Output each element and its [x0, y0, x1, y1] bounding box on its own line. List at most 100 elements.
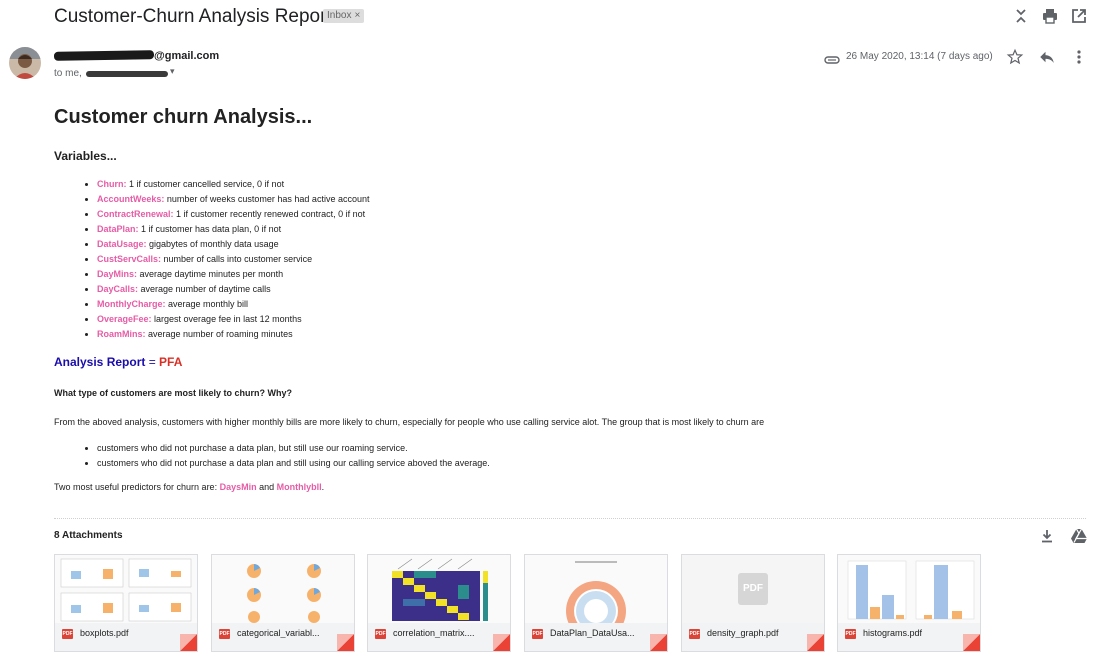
- list-item: CustServCalls: number of calls into cust…: [97, 252, 369, 267]
- list-item: Churn: 1 if customer cancelled service, …: [97, 177, 369, 192]
- list-item: customers who did not purchase a data pl…: [97, 441, 490, 456]
- inbox-label[interactable]: Inbox ×: [323, 9, 365, 23]
- corner-fold-shade: [807, 634, 824, 651]
- attachment-card-density[interactable]: PDF PDF density_graph.pdf: [681, 554, 825, 652]
- report-equals: =: [145, 355, 160, 369]
- variable-desc: average monthly bill: [165, 299, 249, 309]
- predictors-suffix: .: [321, 482, 325, 492]
- variable-name: DayMins:: [97, 269, 138, 279]
- save-to-drive-icon[interactable]: [1070, 527, 1088, 545]
- pdf-file-icon: PDF: [375, 629, 386, 639]
- variable-desc: largest overage fee in last 12 months: [151, 314, 302, 324]
- show-details-icon[interactable]: ▾: [170, 66, 175, 77]
- body-heading: Customer churn Analysis...: [54, 106, 313, 128]
- corner-fold-shade: [337, 634, 354, 651]
- report-pfa-link[interactable]: PFA: [159, 355, 182, 369]
- attachment-preview: [368, 555, 510, 623]
- attachment-card-correlation[interactable]: PDF correlation_matrix....: [367, 554, 511, 652]
- attachment-name: correlation_matrix....: [393, 628, 475, 638]
- attachment-name: histograms.pdf: [863, 628, 923, 638]
- attachment-icon: [824, 52, 840, 64]
- inbox-label-text: Inbox: [327, 10, 352, 21]
- variable-desc: number of weeks customer has had active …: [164, 194, 370, 204]
- variable-name: CustServCalls:: [97, 254, 162, 264]
- expand-collapse-icon[interactable]: [1012, 7, 1030, 25]
- attachment-card-histograms[interactable]: PDF histograms.pdf: [837, 554, 981, 652]
- list-item: DayMins: average daytime minutes per mon…: [97, 267, 369, 282]
- sender-email: @gmail.com: [154, 50, 220, 62]
- download-all-icon[interactable]: [1038, 527, 1056, 545]
- list-item: DataPlan: 1 if customer has data plan, 0…: [97, 222, 369, 237]
- avatar[interactable]: [9, 47, 41, 79]
- predictors-prefix: Two most useful predictors for churn are…: [54, 482, 220, 492]
- attachment-name: density_graph.pdf: [707, 628, 779, 638]
- variable-desc: average number of roaming minutes: [145, 329, 293, 339]
- star-icon[interactable]: [1006, 48, 1024, 66]
- variable-desc: average number of daytime calls: [138, 284, 271, 294]
- variable-desc: number of calls into customer service: [161, 254, 313, 264]
- message-date: 26 May 2020, 13:14 (7 days ago): [846, 51, 993, 62]
- list-item: ContractRenewal: 1 if customer recently …: [97, 207, 369, 222]
- pdf-file-icon: PDF: [532, 629, 543, 639]
- attachment-preview: [838, 555, 980, 623]
- list-item: MonthlyCharge: average monthly bill: [97, 297, 369, 312]
- variable-name: ContractRenewal:: [97, 209, 174, 219]
- variables-list: Churn: 1 if customer cancelled service, …: [80, 177, 369, 342]
- attachment-footer: PDF histograms.pdf: [838, 623, 980, 651]
- attachment-footer: PDF DataPlan_DataUsa...: [525, 623, 667, 651]
- list-item: OverageFee: largest overage fee in last …: [97, 312, 369, 327]
- list-item: AccountWeeks: number of weeks customer h…: [97, 192, 369, 207]
- analysis-paragraph: From the aboved analysis, customers with…: [54, 417, 765, 427]
- variable-name: DataPlan:: [97, 224, 139, 234]
- predictors-line: Two most useful predictors for churn are…: [54, 482, 324, 492]
- sender-name-redacted: [53, 50, 155, 61]
- variable-desc: average daytime minutes per month: [137, 269, 284, 279]
- corner-fold-shade: [963, 634, 980, 651]
- corner-fold-shade: [650, 634, 667, 651]
- pdf-placeholder-icon: PDF: [738, 573, 768, 605]
- variable-desc: gigabytes of monthly data usage: [146, 239, 279, 249]
- variable-desc: 1 if customer cancelled service, 0 if no…: [126, 179, 285, 189]
- predictor-daysmin: DaysMin: [219, 482, 257, 492]
- attachment-preview: [212, 555, 354, 623]
- attachment-card-categorical[interactable]: PDF categorical_variabl...: [211, 554, 355, 652]
- print-icon[interactable]: [1041, 7, 1059, 25]
- analysis-report-line: Analysis Report = PFA: [54, 355, 182, 369]
- list-item: RoamMins: average number of roaming minu…: [97, 327, 369, 342]
- pdf-file-icon: PDF: [845, 629, 856, 639]
- list-item: DataUsage: gigabytes of monthly data usa…: [97, 237, 369, 252]
- variable-name: AccountWeeks:: [97, 194, 165, 204]
- more-vert-icon[interactable]: [1070, 48, 1088, 66]
- recipient-line: to me,: [54, 68, 82, 79]
- attachment-name: boxplots.pdf: [80, 628, 129, 638]
- attachment-name: categorical_variabl...: [237, 628, 320, 638]
- attachment-footer: PDF density_graph.pdf: [682, 623, 824, 651]
- email-subject: Customer-Churn Analysis Report: [54, 6, 332, 27]
- attachments-divider: [54, 518, 1086, 519]
- pdf-file-icon: PDF: [689, 629, 700, 639]
- attachment-card-boxplots[interactable]: PDF boxplots.pdf: [54, 554, 198, 652]
- corner-fold-shade: [180, 634, 197, 651]
- recipient-redacted: [86, 71, 168, 77]
- predictor-monthlybill: Monthlybll: [276, 482, 322, 492]
- question-text: What type of customers are most likely t…: [54, 388, 293, 398]
- corner-fold-shade: [493, 634, 510, 651]
- variable-desc: 1 if customer recently renewed contract,…: [173, 209, 366, 219]
- attachments-title: 8 Attachments: [54, 530, 123, 541]
- predictors-and: and: [256, 482, 277, 492]
- pdf-file-icon: PDF: [62, 629, 73, 639]
- report-label: Analysis Report: [54, 355, 146, 369]
- variable-name: RoamMins:: [97, 329, 146, 339]
- variable-desc: 1 if customer has data plan, 0 if not: [138, 224, 282, 234]
- remove-label-icon[interactable]: ×: [354, 10, 360, 21]
- variable-name: DayCalls:: [97, 284, 139, 294]
- attachment-footer: PDF categorical_variabl...: [212, 623, 354, 651]
- list-item: customers who did not purchase a data pl…: [97, 456, 490, 471]
- variables-heading: Variables...: [54, 149, 117, 163]
- open-new-window-icon[interactable]: [1070, 7, 1088, 25]
- reply-icon[interactable]: [1038, 48, 1056, 66]
- variable-name: MonthlyCharge:: [97, 299, 166, 309]
- attachment-card-dataplan[interactable]: PDF DataPlan_DataUsa...: [524, 554, 668, 652]
- attachment-preview: PDF: [682, 555, 824, 623]
- list-item: DayCalls: average number of daytime call…: [97, 282, 369, 297]
